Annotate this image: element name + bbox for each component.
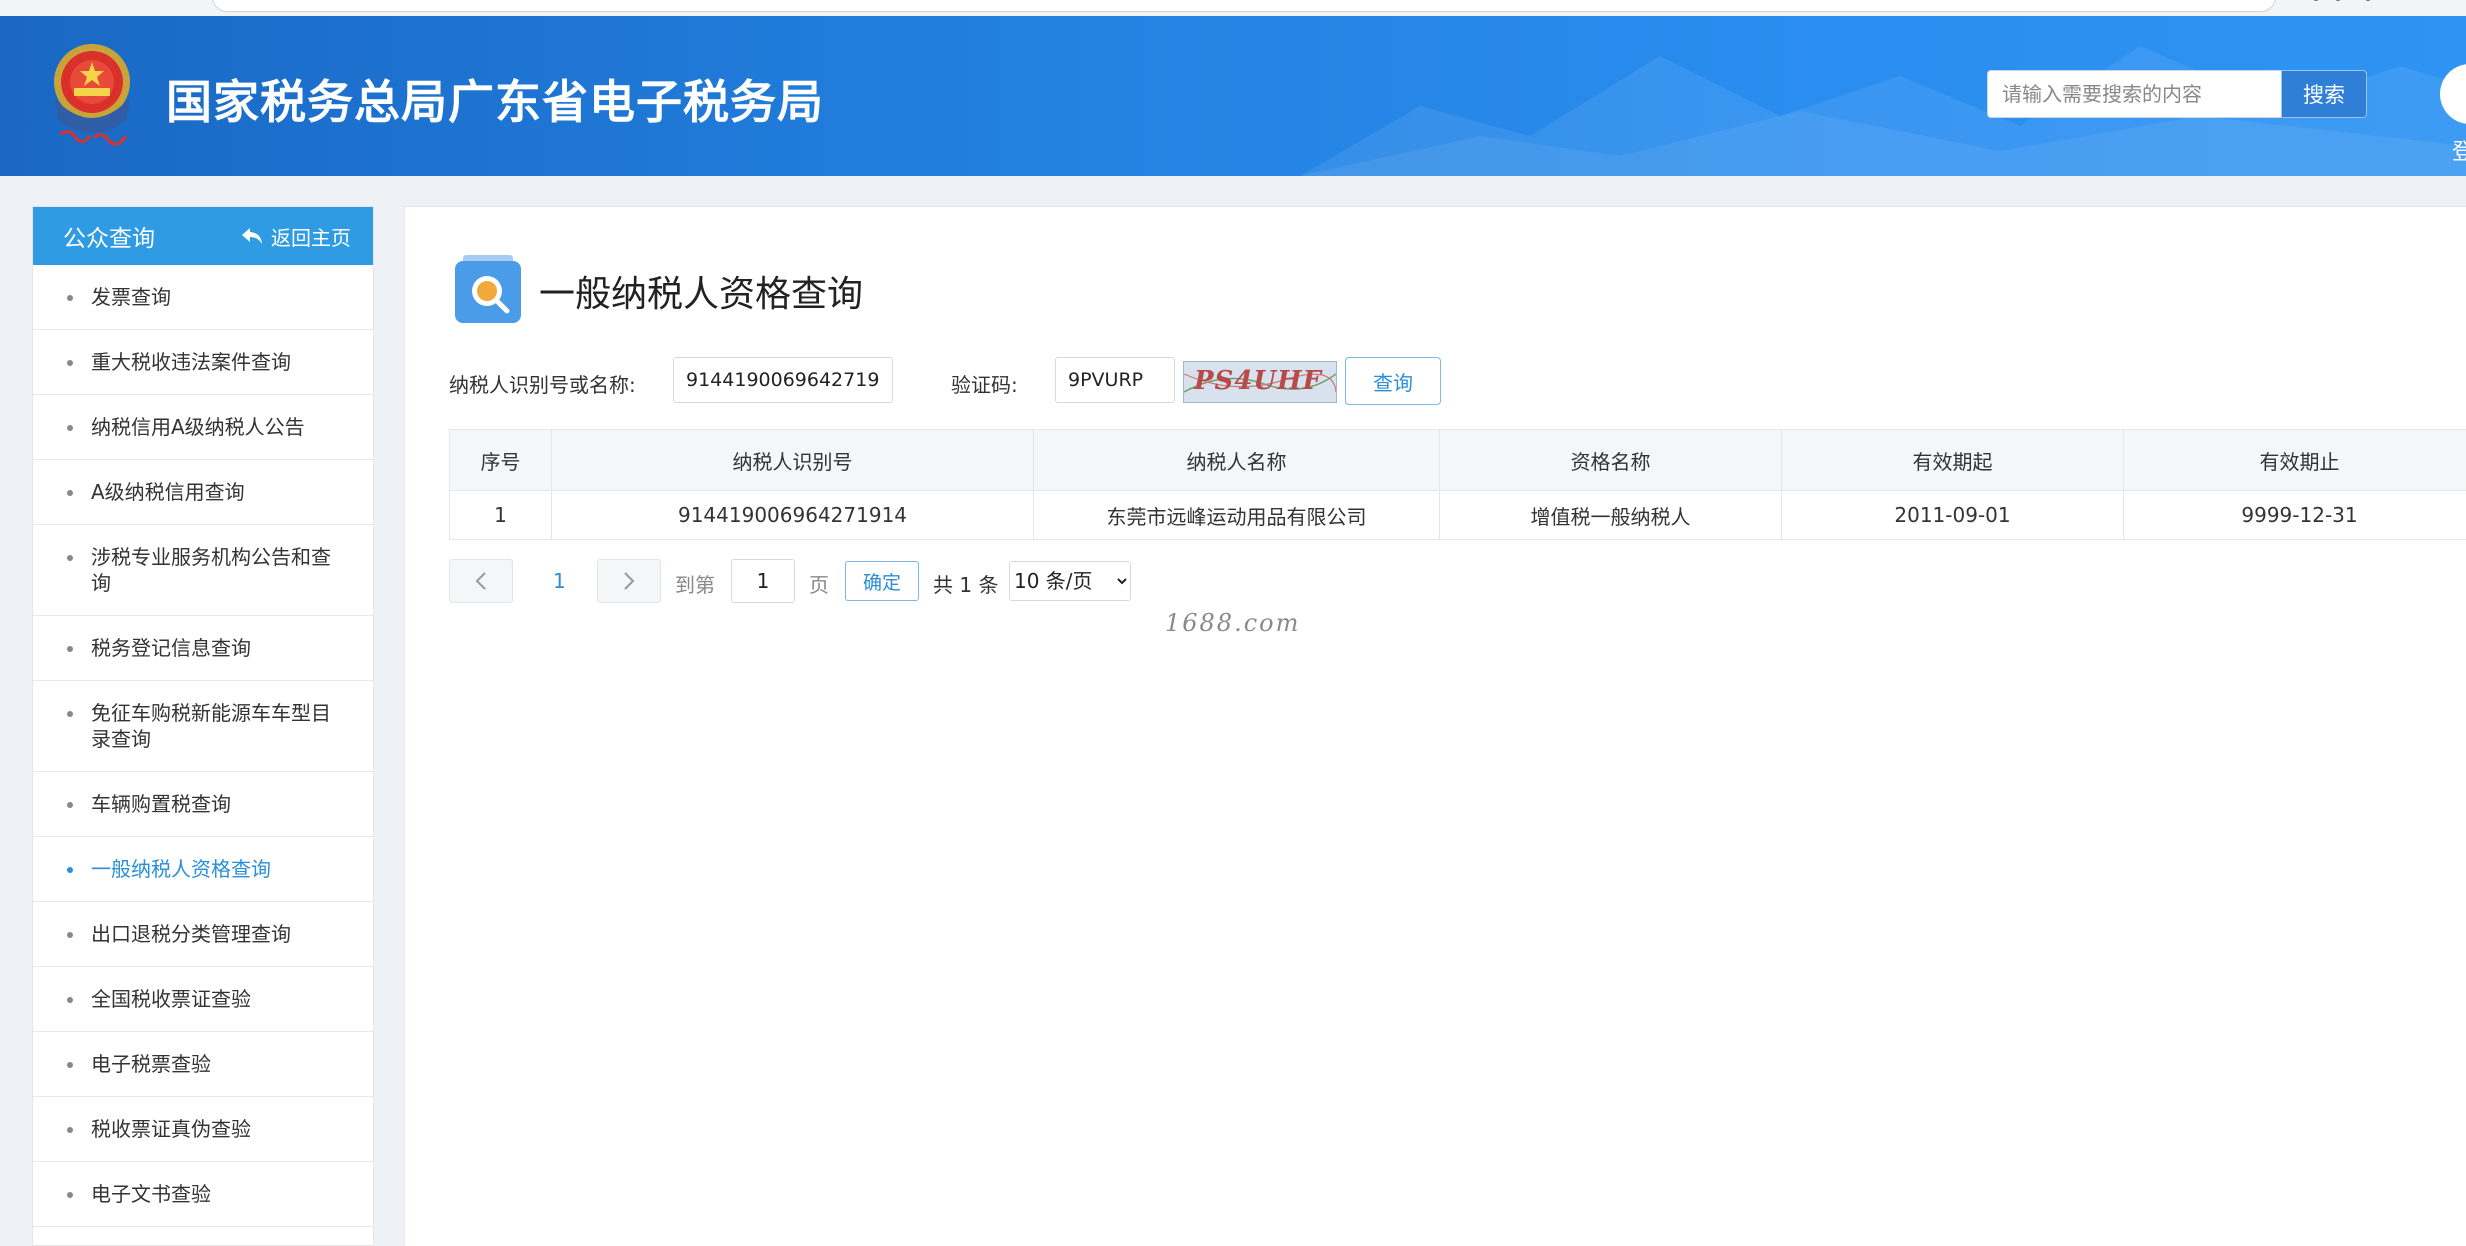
cell-taxpayer-id: 914419006964271914 <box>552 491 1034 540</box>
page-title: 一般纳税人资格查询 <box>539 265 863 317</box>
back-home-label: 返回主页 <box>271 222 351 251</box>
query-document-icon <box>453 253 523 325</box>
captcha-label: 验证码: <box>951 369 1018 398</box>
sidebar-item-export-rebate[interactable]: 出口退税分类管理查询 <box>33 902 373 967</box>
goto-confirm-button[interactable]: 确定 <box>845 561 919 601</box>
site-search-input[interactable] <box>1987 70 2281 118</box>
cell-index: 1 <box>450 491 552 540</box>
captcha-input[interactable] <box>1055 357 1175 403</box>
return-arrow-icon <box>241 227 263 245</box>
address-bar[interactable] <box>212 0 2276 12</box>
site-title: 国家税务总局广东省电子税务局 <box>166 66 824 132</box>
sidebar-item-tax-registration[interactable]: 税务登记信息查询 <box>33 616 373 681</box>
sidebar-item-new-energy-vehicle-catalog[interactable]: 免征车购税新能源车车型目录查询 <box>33 681 373 772</box>
tax-bureau-emblem-icon <box>40 38 144 162</box>
column-header-index: 序号 <box>450 430 552 491</box>
back-home-link[interactable]: 返回主页 <box>241 207 351 265</box>
sidebar: 公众查询 返回主页 发票查询 重大税收违法案件查询 纳税信用A级纳税人公告 A级… <box>32 206 374 1246</box>
sidebar-item-vehicle-purchase-tax[interactable]: 车辆购置税查询 <box>33 772 373 837</box>
watermark: 1688.com <box>1165 609 1300 637</box>
site-header: 国家税务总局广东省电子税务局 搜索 登 <box>0 16 2466 176</box>
cell-qualification: 增值税一般纳税人 <box>1440 491 1782 540</box>
taxpayer-id-label: 纳税人识别号或名称: <box>449 369 636 398</box>
sidebar-item-major-tax-violation[interactable]: 重大税收违法案件查询 <box>33 330 373 395</box>
sidebar-item-general-taxpayer[interactable]: 一般纳税人资格查询 <box>33 837 373 902</box>
main-panel: 一般纳税人资格查询 纳税人识别号或名称: 验证码: PS4UHF 查询 序号 纳… <box>404 206 2466 1246</box>
sidebar-item-national-tax-voucher[interactable]: 全国税收票证查验 <box>33 967 373 1032</box>
query-button[interactable]: 查询 <box>1345 357 1441 405</box>
next-page-button[interactable] <box>597 559 661 603</box>
cell-valid-from: 2011-09-01 <box>1782 491 2124 540</box>
cell-taxpayer-name: 东莞市远峰运动用品有限公司 <box>1034 491 1440 540</box>
results-table: 序号 纳税人识别号 纳税人名称 资格名称 有效期起 有效期止 1 9144190… <box>449 429 2466 540</box>
login-label[interactable]: 登 <box>2452 134 2466 166</box>
sidebar-item-a-level-announcement[interactable]: 纳税信用A级纳税人公告 <box>33 395 373 460</box>
sidebar-item-e-document[interactable]: 电子文书查验 <box>33 1162 373 1227</box>
column-header-taxpayer-id: 纳税人识别号 <box>552 430 1034 491</box>
sidebar-title: 公众查询 <box>63 219 155 253</box>
captcha-text: PS4UHF <box>1194 366 1322 396</box>
goto-page-input[interactable] <box>731 559 795 603</box>
column-header-qualification: 资格名称 <box>1440 430 1782 491</box>
sidebar-item-voucher-authenticity[interactable]: 税收票证真伪查验 <box>33 1097 373 1162</box>
chevron-right-icon <box>623 571 635 591</box>
sidebar-menu: 发票查询 重大税收违法案件查询 纳税信用A级纳税人公告 A级纳税信用查询 涉税专… <box>33 265 373 1227</box>
prev-page-button[interactable] <box>449 559 513 603</box>
browser-menu-icon[interactable] <box>2308 0 2388 6</box>
sidebar-item-tax-service-agency[interactable]: 涉税专业服务机构公告和查询 <box>33 525 373 616</box>
captcha-image[interactable]: PS4UHF <box>1183 361 1337 403</box>
cell-valid-to: 9999-12-31 <box>2124 491 2466 540</box>
page-unit-label: 页 <box>809 569 829 598</box>
table-row: 1 914419006964271914 东莞市远峰运动用品有限公司 增值税一般… <box>450 491 2466 540</box>
column-header-taxpayer-name: 纳税人名称 <box>1034 430 1440 491</box>
sidebar-header: 公众查询 返回主页 <box>33 207 373 265</box>
taxpayer-id-input[interactable] <box>673 357 893 403</box>
browser-toolbar <box>0 0 2466 16</box>
sidebar-item-invoice-query[interactable]: 发票查询 <box>33 265 373 330</box>
sidebar-item-e-tax-voucher[interactable]: 电子税票查验 <box>33 1032 373 1097</box>
table-header-row: 序号 纳税人识别号 纳税人名称 资格名称 有效期起 有效期止 <box>450 430 2466 491</box>
total-count: 共 1 条 <box>933 569 998 598</box>
column-header-valid-from: 有效期起 <box>1782 430 2124 491</box>
goto-label: 到第 <box>675 569 715 598</box>
page-size-select[interactable]: 10 条/页 <box>1009 561 1131 601</box>
site-search-button[interactable]: 搜索 <box>2281 70 2367 118</box>
sidebar-item-a-level-credit-query[interactable]: A级纳税信用查询 <box>33 460 373 525</box>
current-page[interactable]: 1 <box>553 569 566 593</box>
column-header-valid-to: 有效期止 <box>2124 430 2466 491</box>
chevron-left-icon <box>475 571 487 591</box>
